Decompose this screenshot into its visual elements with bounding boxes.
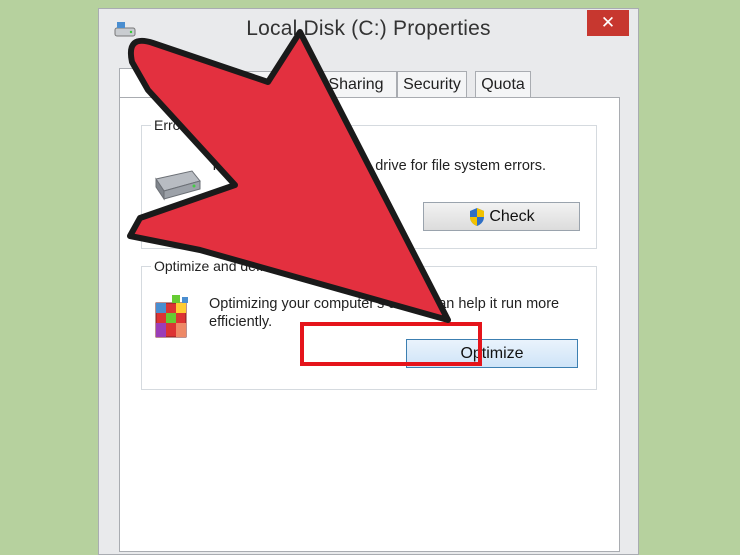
check-button[interactable]: Check xyxy=(423,202,580,231)
check-button-label: Check xyxy=(489,207,535,225)
tab-sharing[interactable]: Sharing xyxy=(315,71,397,97)
hard-drive-icon xyxy=(155,170,201,201)
title-bar[interactable]: Local Disk (C:) Properties ✕ xyxy=(99,9,638,49)
tab-tools[interactable]: Tools xyxy=(119,68,237,98)
properties-dialog: Local Disk (C:) Properties ✕ Tools Hardw… xyxy=(98,8,639,555)
optimize-group-label: Optimize and defragment drive xyxy=(151,258,349,274)
window-title: Local Disk (C:) Properties xyxy=(246,17,491,40)
optimize-highlight-box xyxy=(300,322,482,366)
tab-hardware[interactable]: Hardware xyxy=(237,71,315,97)
uac-shield-icon xyxy=(470,207,485,226)
tab-quota[interactable]: Quota xyxy=(475,71,531,97)
error-checking-description: This option will check the drive for fil… xyxy=(210,158,547,174)
tab-security[interactable]: Security xyxy=(397,71,467,97)
error-checking-label: Error checking xyxy=(151,117,248,133)
close-button[interactable]: ✕ xyxy=(587,10,629,36)
error-checking-group: Error checking This option will check th… xyxy=(141,117,597,249)
defrag-icon xyxy=(155,295,188,338)
